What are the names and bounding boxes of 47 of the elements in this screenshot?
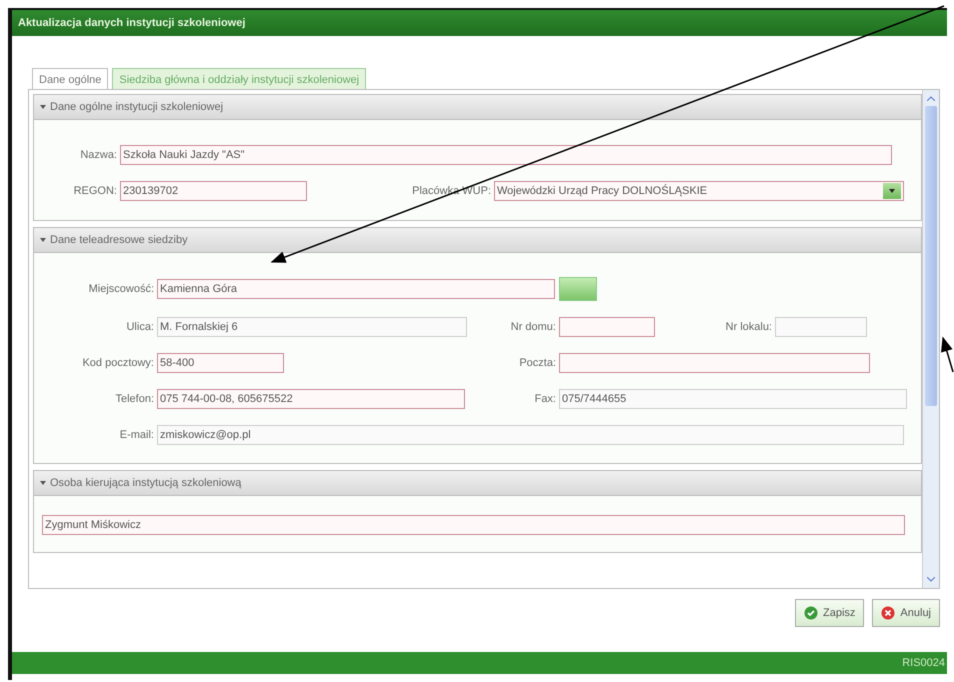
collapse-triangle-icon[interactable] [40,105,46,109]
dropdown-value: Wojewódzki Urząd Pracy DOLNOŚLĄSKIE [496,185,708,197]
field-label: Placówka WUP: [411,185,492,197]
save-button[interactable]: Zapisz [795,599,864,627]
collapse-triangle-icon[interactable] [40,481,46,485]
input-field[interactable]: 075/7444655 [559,389,907,409]
check-icon [804,606,818,620]
input-field[interactable] [775,317,867,337]
field-label: Nazwa: [79,149,118,161]
input-field[interactable]: zmiskowicz@op.pl [157,425,904,445]
field-label: Nr lokalu: [724,321,773,333]
input-field[interactable]: Zygmunt Miśkowicz [42,515,905,535]
tab[interactable]: Dane ogólne [32,68,108,90]
cancel-button[interactable]: Anuluj [872,599,940,627]
scrollbar-thumb[interactable] [925,106,937,406]
field-label: Ulica: [125,321,155,333]
field-label: Kod pocztowy: [81,357,155,369]
scroll-up-icon[interactable] [927,95,935,101]
field-label: Fax: [534,393,557,405]
input-field[interactable]: 075 744-00-08, 605675522 [157,389,465,409]
section-header[interactable]: Osoba kierująca instytucją szkoleniową [34,471,921,496]
input-field[interactable]: Szkoła Nauki Jazdy "AS" [120,145,892,165]
field-label: Telefon: [114,393,155,405]
field-label: Nr domu: [510,321,557,333]
window-title: Aktualizacja danych instytucji szkoleniowej [12,10,947,36]
input-field[interactable]: Kamienna Góra [157,279,555,299]
section-header[interactable]: Dane teleadresowe siedziby [34,228,921,253]
input-field[interactable]: 58-400 [157,353,284,373]
field-label: E-mail: [118,429,155,441]
input-field[interactable] [559,353,870,373]
cancel-icon [881,606,896,620]
dropdown-field[interactable]: Wojewódzki Urząd Pracy DOLNOŚLĄSKIE [494,181,904,201]
input-field[interactable]: 230139702 [120,181,307,201]
collapse-triangle-icon[interactable] [40,238,46,242]
section-title: Osoba kierująca instytucją szkoleniową [50,477,242,489]
input-field[interactable]: M. Fornalskiej 6 [157,317,467,337]
scroll-down-icon[interactable] [927,577,935,583]
pointer-arrow [941,336,954,372]
scrollbar[interactable] [922,90,939,588]
status-code: RIS0024 [902,657,945,669]
input-field[interactable] [559,317,655,337]
field-label: Poczta: [518,357,557,369]
section-title: Dane ogólne instytucji szkoleniowej [50,101,224,113]
section-header[interactable]: Dane ogólne instytucji szkoleniowej [34,95,921,120]
section-title: Dane teleadresowe siedziby [50,234,188,246]
field-label: REGON: [72,185,118,197]
field-label: Miejscowość: [88,283,155,295]
